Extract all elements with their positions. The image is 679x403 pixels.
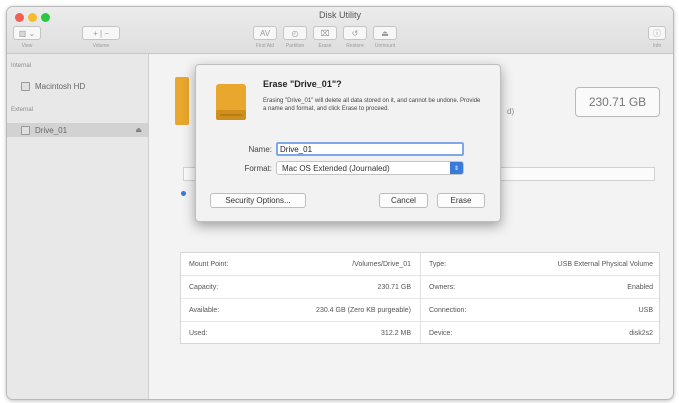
name-field[interactable] — [276, 142, 464, 156]
unmount-icon: ⏏ — [381, 28, 389, 38]
info-row: Available: 230.4 GB (Zero KB purgeable) Co… — [181, 299, 659, 322]
info-key: Owners: — [429, 284, 456, 291]
info-value: 230.4 GB (Zero KB purgeable) — [316, 307, 411, 314]
erase-button[interactable]: Erase — [437, 193, 485, 208]
info-row: Mount Point: /Volumes/Drive_01 Type: USB Ex… — [181, 253, 659, 276]
format-selected-value: Mac OS Extended (Journaled) — [282, 163, 390, 173]
name-label: Name: — [248, 145, 272, 154]
external-disk-icon — [21, 125, 30, 135]
info-key: Type: — [429, 261, 447, 268]
sidebar-section-external: External — [11, 107, 34, 113]
security-options-button[interactable]: Security Options... — [210, 193, 306, 208]
plus-minus-icon: + | − — [93, 28, 109, 38]
info-key: Device: — [429, 330, 453, 337]
info-key: Mount Point: — [189, 261, 229, 268]
view-label: View — [21, 43, 33, 49]
toolbar-action-label: Partition — [285, 43, 305, 49]
info-button[interactable]: ⓘ — [648, 26, 666, 40]
info-key: Connection: — [429, 307, 467, 314]
cancel-button[interactable]: Cancel — [379, 193, 428, 208]
disk-utility-window: Disk Utility ▥ ⌄ View + | − Volume AV Fir… — [6, 6, 674, 400]
eject-icon[interactable]: ⏏ — [135, 126, 142, 134]
sidebar-section-internal: Internal — [11, 63, 32, 69]
info-value: USB — [638, 307, 653, 314]
sidebar-item-macintosh-hd[interactable]: Macintosh HD — [7, 79, 148, 93]
usage-legend-dot — [181, 191, 186, 196]
dialog-message: Erasing "Drive_01" will delete all data … — [263, 98, 481, 112]
format-label: Format: — [244, 164, 272, 173]
info-value: USB External Physical Volume — [557, 261, 653, 268]
toolbar-action-label: Restore — [346, 43, 364, 49]
info-value: disk2s2 — [629, 330, 653, 337]
capacity-display: 230.71 GB — [575, 87, 660, 117]
erase-dialog: Erase "Drive_01"? Erasing "Drive_01" wil… — [195, 64, 501, 222]
window-title: Disk Utility — [319, 10, 361, 20]
toolbar-unmount-button[interactable]: ⏏ — [373, 26, 397, 40]
info-table: Mount Point: /Volumes/Drive_01 Type: USB Ex… — [180, 252, 660, 344]
erase-icon: ⌧ — [320, 28, 330, 38]
info-key: Available: — [189, 307, 220, 314]
chevron-updown-icon: ⇕ — [450, 162, 463, 174]
info-value: Enabled — [627, 284, 653, 291]
view-button[interactable]: ▥ ⌄ — [13, 26, 41, 40]
sidebar-item-label: Macintosh HD — [35, 81, 86, 91]
drive-header-subtitle: d) — [507, 107, 515, 116]
format-select[interactable]: Mac OS Extended (Journaled) ⇕ — [276, 161, 464, 175]
toolbar-erase-button[interactable]: ⌧ — [313, 26, 337, 40]
sidebar-icon: ▥ ⌄ — [18, 28, 36, 38]
toolbar-restore-button[interactable]: ↺ — [343, 26, 367, 40]
toolbar-action-label: First Aid — [255, 43, 275, 49]
sidebar-item-label: Drive_01 — [35, 125, 68, 135]
sidebar-item-drive-01[interactable]: Drive_01 ⏏ — [7, 123, 148, 137]
info-value: 230.71 GB — [377, 284, 411, 291]
toolbar-action-label: Erase — [318, 43, 332, 49]
dialog-title: Erase "Drive_01"? — [263, 79, 342, 89]
external-drive-icon — [216, 84, 246, 120]
info-key: Capacity: — [189, 284, 219, 291]
info-row: Used: 312.2 MB Device: disk2s2 — [181, 322, 659, 345]
restore-icon: ↺ — [351, 28, 359, 38]
info-value: 312.2 MB — [381, 330, 411, 337]
info-icon: ⓘ — [653, 28, 661, 38]
info-row: Capacity: 230.71 GB Owners: Enabled — [181, 276, 659, 299]
volume-button[interactable]: + | − — [82, 26, 120, 40]
sidebar: Internal Macintosh HD External Drive_01 … — [7, 54, 149, 399]
toolbar: Disk Utility ▥ ⌄ View + | − Volume AV Fir… — [7, 7, 673, 54]
info-key: Used: — [189, 330, 208, 337]
partition-icon: ◴ — [291, 28, 299, 38]
info-value: /Volumes/Drive_01 — [352, 261, 411, 268]
toolbar-partition-button[interactable]: ◴ — [283, 26, 307, 40]
volume-label: Volume — [92, 43, 110, 49]
internal-disk-icon — [21, 81, 30, 91]
toolbar-first-aid-button[interactable]: AV — [253, 26, 277, 40]
toolbar-action-label: Unmount — [374, 43, 396, 49]
info-label: Info — [652, 43, 662, 49]
drive-header-icon — [175, 77, 189, 125]
stethoscope-icon: AV — [259, 28, 271, 38]
